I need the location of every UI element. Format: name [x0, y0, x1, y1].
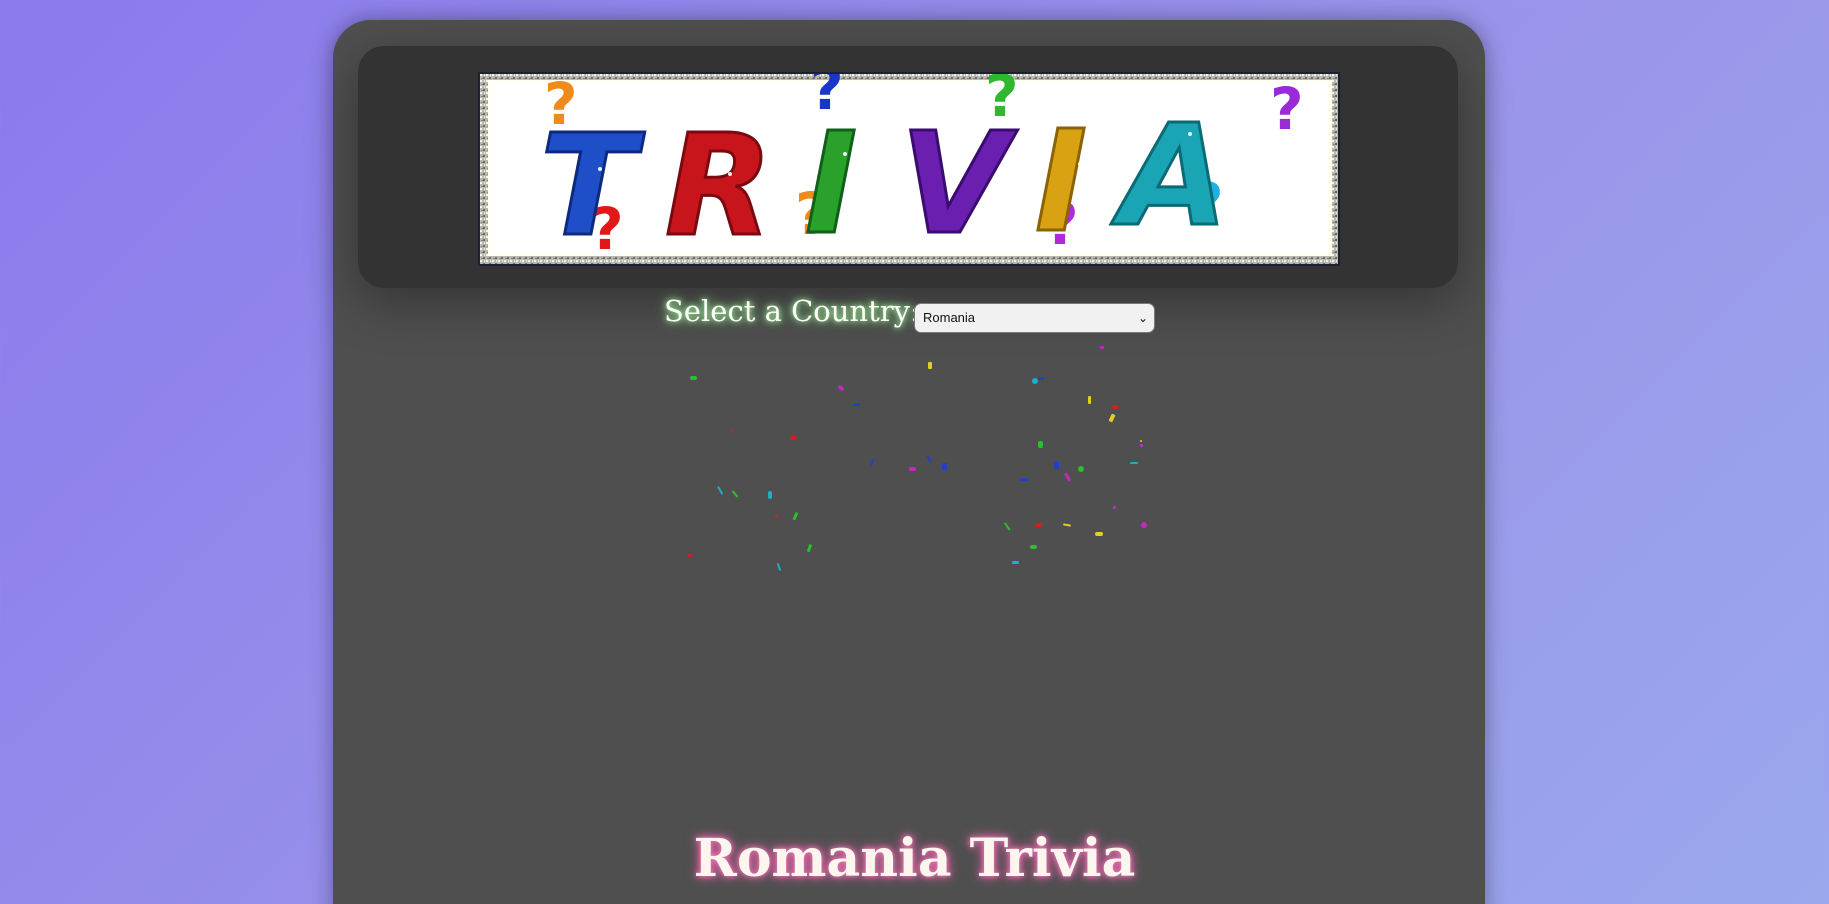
trivia-banner: ? ? ? ? ? ? ? ? T R I V I A — [478, 72, 1340, 266]
country-select-label: Select a Country: — [664, 294, 920, 328]
country-select-dropdown[interactable]: Romania ⌄ — [914, 303, 1155, 333]
trivia-page-title: Romania Trivia — [693, 828, 1136, 889]
svg-text:R: R — [665, 105, 773, 264]
svg-text:A: A — [1110, 95, 1228, 258]
trivia-logo-image: ? ? ? ? ? ? ? ? T R I V I A — [480, 74, 1338, 264]
country-select-value: Romania — [923, 310, 976, 325]
svg-text:I: I — [805, 103, 857, 264]
svg-text:I: I — [1035, 101, 1087, 264]
svg-text:?: ? — [1270, 75, 1304, 143]
country-selector-row: Select a Country: Romania ⌄ — [0, 294, 1829, 334]
svg-text:T: T — [540, 105, 645, 264]
svg-text:V: V — [900, 103, 1018, 264]
chevron-down-icon: ⌄ — [1137, 311, 1148, 325]
